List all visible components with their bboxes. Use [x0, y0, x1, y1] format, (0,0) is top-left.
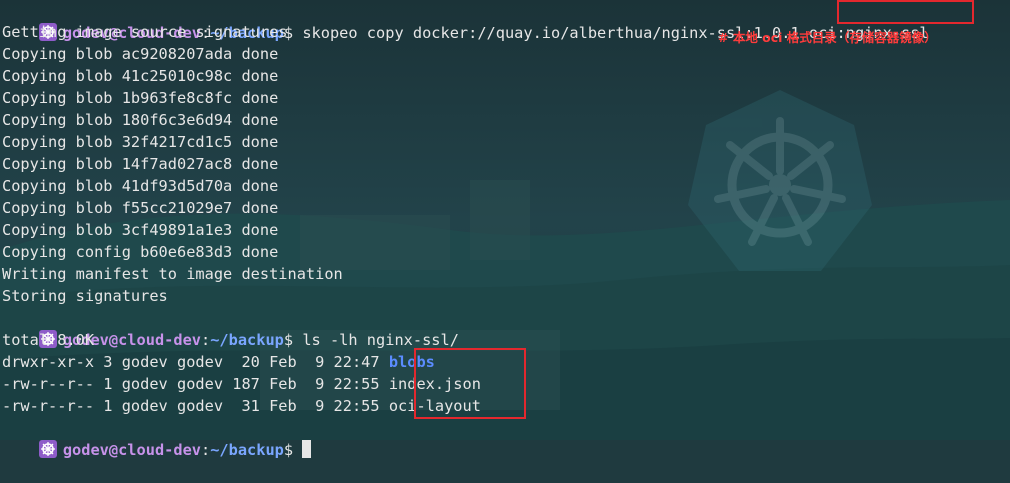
prompt-symbol: $: [283, 331, 294, 349]
prompt-colon: :: [201, 441, 211, 459]
prompt-line-1: godev@cloud-dev:~/backup$ skopeo copy do…: [2, 0, 929, 42]
output-line: Copying blob 180f6c3e6d94 done: [2, 111, 279, 129]
prompt-colon: :: [201, 331, 211, 349]
ls-row: drwxr-xr-x 3 godev godev 20 Feb 9 22:47 …: [2, 351, 435, 373]
output-line: Copying blob 3cf49891a1e3 done: [2, 221, 279, 239]
prompt-line-3[interactable]: godev@cloud-dev:~/backup$: [2, 417, 312, 459]
prompt-symbol: $: [283, 441, 294, 459]
ls-row: -rw-r--r-- 1 godev godev 31 Feb 9 22:55 …: [2, 395, 481, 417]
prompt-user-host: godev@cloud-dev: [62, 441, 201, 459]
ls-row-meta: -rw-r--r-- 1 godev godev 187 Feb 9 22:55: [2, 375, 380, 393]
highlight-box-oci-files: [414, 348, 526, 419]
ls-row-meta: -rw-r--r-- 1 godev godev 31 Feb 9 22:55: [2, 397, 380, 415]
output-line: Writing manifest to image destination: [2, 265, 343, 283]
output-line: Copying blob f55cc21029e7 done: [2, 199, 279, 217]
ls-row-meta: drwxr-xr-x 3 godev godev 20 Feb 9 22:47: [2, 353, 380, 371]
output-line: Copying blob 41c25010c98c done: [2, 67, 279, 85]
kubernetes-helm-icon: [38, 440, 57, 458]
command-ls: ls -lh nginx-ssl/: [302, 331, 459, 349]
output-line: Copying config b60e6e83d3 done: [2, 243, 279, 261]
highlight-box-oci-target: [837, 0, 974, 24]
prompt-path: ~/backup: [210, 331, 284, 349]
prompt-line-2: godev@cloud-dev:~/backup$ ls -lh nginx-s…: [2, 307, 459, 349]
ls-row: -rw-r--r-- 1 godev godev 187 Feb 9 22:55…: [2, 373, 481, 395]
output-line: Copying blob 1b963fe8c8fc done: [2, 89, 279, 107]
output-line: Copying blob 41df93d5d70a done: [2, 177, 279, 195]
prompt-path: ~/backup: [210, 441, 284, 459]
output-line: Copying blob ac9208207ada done: [2, 45, 279, 63]
output-line: Copying blob 14f7ad027ac8 done: [2, 155, 279, 173]
output-line: Getting image source signatures: [2, 23, 288, 41]
output-line: Storing signatures: [2, 287, 168, 305]
output-line: Copying blob 32f4217cd1c5 done: [2, 133, 279, 151]
ls-total: total 8.0K: [2, 331, 95, 349]
annotation-comment: # 本地 oci 格式目录（存储容器镜像）: [718, 30, 937, 45]
terminal-cursor[interactable]: [302, 440, 312, 458]
